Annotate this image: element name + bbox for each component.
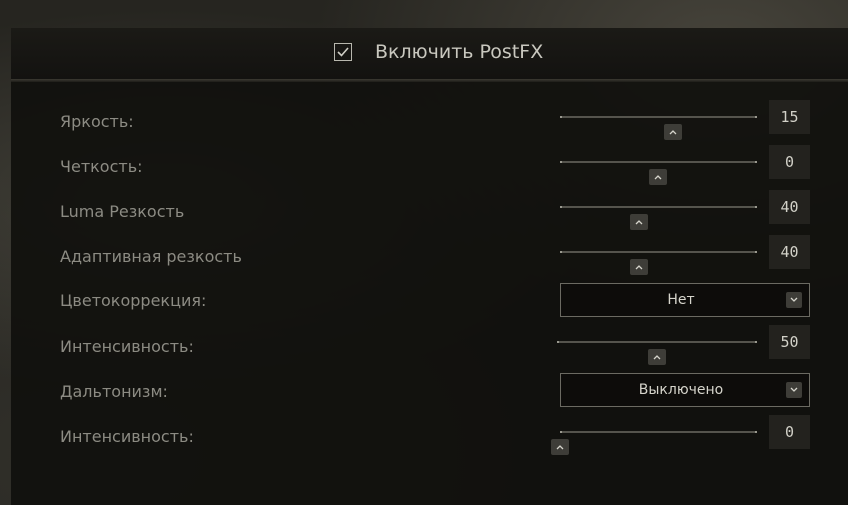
chevron-up-icon <box>635 265 643 270</box>
colorblind-intensity-slider-track[interactable] <box>560 431 757 433</box>
brightness-slider-track[interactable] <box>560 116 757 118</box>
colorblind-dropdown[interactable]: Выключено <box>560 373 810 407</box>
adaptive-sharpness-slider-thumb[interactable] <box>630 259 648 275</box>
color-intensity-label: Интенсивность: <box>60 337 194 356</box>
color-intensity-value: 50 <box>769 325 810 359</box>
clarity-slider-thumb[interactable] <box>649 169 667 185</box>
chevron-down-icon <box>786 382 802 398</box>
colorblind-selected: Выключено <box>638 382 724 398</box>
adaptive-sharpness-label: Адаптивная резкость <box>60 247 242 266</box>
chevron-up-icon <box>669 130 677 135</box>
color-intensity-slider-thumb[interactable] <box>648 349 666 365</box>
color-intensity-slider-track[interactable] <box>557 341 757 343</box>
clarity-value: 0 <box>769 145 810 179</box>
luma-sharpness-label: Luma Резкость <box>60 202 185 221</box>
chevron-up-icon <box>556 445 564 450</box>
luma-sharpness-value: 40 <box>769 190 810 224</box>
adaptive-sharpness-value: 40 <box>769 235 810 269</box>
color-correction-selected: Нет <box>667 292 695 308</box>
chevron-up-icon <box>654 175 662 180</box>
adaptive-sharpness-slider-track[interactable] <box>560 251 757 253</box>
chevron-up-icon <box>653 355 661 360</box>
clarity-slider-track[interactable] <box>560 161 757 163</box>
colorblind-intensity-label: Интенсивность: <box>60 427 194 446</box>
colorblind-intensity-value: 0 <box>769 415 810 449</box>
colorblind-label: Дальтонизм: <box>60 382 168 401</box>
chevron-up-icon <box>635 220 643 225</box>
header-divider <box>11 79 848 82</box>
postfx-label: Включить PostFX <box>375 41 544 63</box>
color-correction-label: Цветокоррекция: <box>60 291 207 310</box>
brightness-value: 15 <box>769 100 810 134</box>
brightness-label: Яркость: <box>60 112 134 131</box>
luma-sharpness-slider-thumb[interactable] <box>630 214 648 230</box>
brightness-slider-thumb[interactable] <box>664 124 682 140</box>
checkmark-icon <box>337 47 349 57</box>
chevron-down-icon <box>786 292 802 308</box>
colorblind-intensity-slider-thumb[interactable] <box>551 439 569 455</box>
color-correction-dropdown[interactable]: Нет <box>560 283 810 317</box>
luma-sharpness-slider-track[interactable] <box>560 206 757 208</box>
postfx-checkbox[interactable] <box>334 43 352 61</box>
clarity-label: Четкость: <box>60 157 143 176</box>
